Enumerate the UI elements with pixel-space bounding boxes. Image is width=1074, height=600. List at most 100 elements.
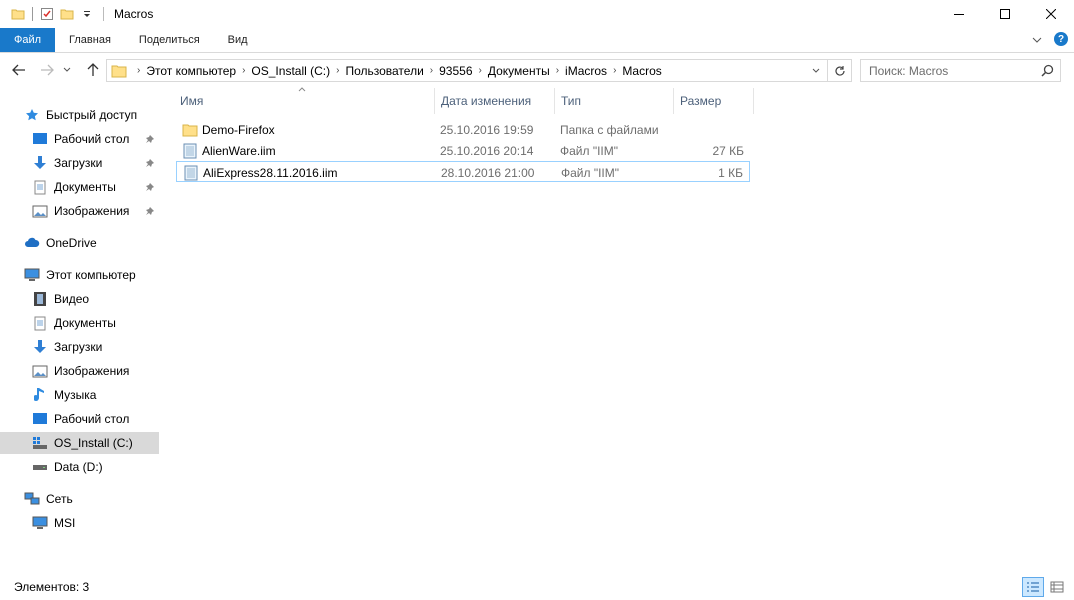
minimize-button[interactable] — [936, 0, 982, 28]
file-date: 25.10.2016 19:59 — [440, 122, 534, 137]
system-drive-icon — [32, 435, 48, 451]
pin-icon[interactable] — [145, 181, 155, 195]
sidebar-item-music[interactable]: Музыка — [0, 384, 159, 406]
tab-home[interactable]: Главная — [55, 28, 125, 52]
sidebar-item-documents[interactable]: Документы — [0, 176, 159, 198]
pin-icon[interactable] — [145, 205, 155, 219]
file-row[interactable]: AlienWare.iim 25.10.2016 20:14 Файл "IIM… — [176, 140, 750, 161]
properties-icon[interactable] — [37, 4, 57, 24]
chevron-right-icon[interactable]: › — [550, 65, 565, 76]
address-bar[interactable]: › Этот компьютер › OS_Install (C:) › Пол… — [106, 59, 852, 82]
pin-icon[interactable] — [145, 133, 155, 147]
file-size: 1 КБ — [718, 165, 743, 180]
sidebar-item-label: Документы — [54, 316, 116, 330]
large-icons-view-icon[interactable] — [1046, 577, 1068, 597]
file-row-selected[interactable]: AliExpress28.11.2016.iim 28.10.2016 21:0… — [176, 161, 750, 182]
pin-icon[interactable] — [145, 157, 155, 171]
breadcrumb-this-pc[interactable]: Этот компьютер — [146, 64, 236, 78]
chevron-right-icon[interactable]: › — [607, 65, 622, 76]
chevron-right-icon[interactable]: › — [473, 65, 488, 76]
window-controls — [936, 0, 1074, 28]
sidebar-item-label: OS_Install (C:) — [54, 436, 133, 450]
sidebar-item-videos[interactable]: Видео — [0, 288, 159, 310]
expand-ribbon-icon[interactable] — [1032, 32, 1042, 46]
customize-toolbar-icon[interactable] — [77, 4, 97, 24]
sidebar-item-pictures[interactable]: Изображения — [0, 200, 159, 222]
window-title: Macros — [114, 7, 154, 21]
sidebar-item-data-drive[interactable]: Data (D:) — [0, 456, 159, 478]
column-header-label: Размер — [680, 94, 722, 108]
sidebar-item-label: Изображения — [54, 364, 130, 378]
sidebar-item-downloads-pc[interactable]: Загрузки — [0, 336, 159, 358]
search-icon[interactable] — [1041, 64, 1054, 80]
maximize-button[interactable] — [982, 0, 1028, 28]
file-type: Файл "IIM" — [561, 165, 620, 180]
sidebar-item-label: Рабочий стол — [54, 412, 130, 426]
chevron-right-icon[interactable]: › — [330, 65, 345, 76]
title-bar: Macros — [0, 0, 1074, 28]
desktop-icon — [32, 131, 48, 147]
chevron-right-icon[interactable]: › — [424, 65, 439, 76]
document-icon — [32, 315, 48, 331]
file-name-cell: Demo-Firefox — [176, 119, 275, 140]
cloud-icon — [24, 235, 40, 251]
ribbon-right-controls: ? — [1032, 32, 1068, 46]
column-header-label: Имя — [180, 94, 204, 108]
column-header-type[interactable]: Тип — [555, 88, 674, 114]
column-header-label: Дата изменения — [441, 94, 532, 108]
breadcrumb-users[interactable]: Пользователи — [345, 64, 423, 78]
details-view-icon[interactable] — [1022, 577, 1044, 597]
breadcrumb-os-install[interactable]: OS_Install (C:) — [251, 64, 330, 78]
quick-access-toolbar — [0, 0, 97, 28]
column-header-size[interactable]: Размер — [674, 88, 754, 114]
sidebar-item-downloads[interactable]: Загрузки — [0, 152, 159, 174]
computer-icon — [32, 515, 48, 531]
sidebar-item-onedrive[interactable]: OneDrive — [0, 232, 159, 254]
document-icon — [32, 179, 48, 195]
address-dropdown-button[interactable] — [807, 60, 825, 81]
sidebar-item-msi[interactable]: MSI — [0, 512, 159, 534]
tab-share[interactable]: Поделиться — [125, 28, 214, 52]
sidebar-item-desktop[interactable]: Рабочий стол — [0, 128, 159, 150]
breadcrumb-macros[interactable]: Macros — [622, 64, 661, 78]
breadcrumb-imacros[interactable]: iMacros — [565, 64, 607, 78]
file-name-cell: AlienWare.iim — [176, 140, 276, 161]
breadcrumb-documents[interactable]: Документы — [488, 64, 550, 78]
sidebar-item-label: Сеть — [46, 492, 73, 506]
file-icon — [183, 165, 199, 181]
sidebar-item-this-pc[interactable]: Этот компьютер — [0, 264, 159, 286]
chevron-right-icon[interactable]: › — [236, 65, 251, 76]
sidebar-item-label: Документы — [54, 180, 116, 194]
sidebar-item-pictures-pc[interactable]: Изображения — [0, 360, 159, 382]
close-button[interactable] — [1028, 0, 1074, 28]
sidebar-item-network[interactable]: Сеть — [0, 488, 159, 510]
sidebar-item-os-install[interactable]: OS_Install (C:) — [0, 432, 159, 454]
recent-locations-button[interactable] — [60, 59, 74, 81]
sidebar-item-label: Этот компьютер — [46, 268, 136, 282]
sidebar-item-label: Видео — [54, 292, 90, 306]
tab-file[interactable]: Файл — [0, 28, 56, 52]
refresh-button[interactable] — [827, 60, 851, 81]
chevron-right-icon[interactable]: › — [131, 65, 146, 76]
breadcrumb-user[interactable]: 93556 — [439, 64, 472, 78]
sidebar-item-quick-access[interactable]: Быстрый доступ — [0, 104, 159, 126]
search-placeholder: Поиск: Macros — [869, 63, 949, 78]
file-row[interactable]: Demo-Firefox 25.10.2016 19:59 Папка с фа… — [176, 119, 750, 140]
back-button[interactable] — [8, 59, 30, 81]
title-divider — [103, 7, 104, 21]
tab-view[interactable]: Вид — [214, 28, 262, 52]
toolbar-divider — [32, 7, 33, 21]
column-header-date[interactable]: Дата изменения — [435, 88, 555, 114]
column-header-name[interactable]: Имя — [174, 88, 435, 114]
star-icon — [24, 107, 40, 123]
up-button[interactable] — [82, 59, 104, 81]
search-input[interactable]: Поиск: Macros — [860, 59, 1061, 82]
new-folder-icon[interactable] — [57, 4, 77, 24]
sidebar-item-desktop-pc[interactable]: Рабочий стол — [0, 408, 159, 430]
sidebar-item-label: Data (D:) — [54, 460, 103, 474]
sidebar-item-label: Быстрый доступ — [46, 108, 138, 122]
help-icon[interactable]: ? — [1054, 32, 1068, 46]
folder-icon[interactable] — [8, 4, 28, 24]
forward-button[interactable] — [36, 59, 58, 81]
sidebar-item-documents-pc[interactable]: Документы — [0, 312, 159, 334]
